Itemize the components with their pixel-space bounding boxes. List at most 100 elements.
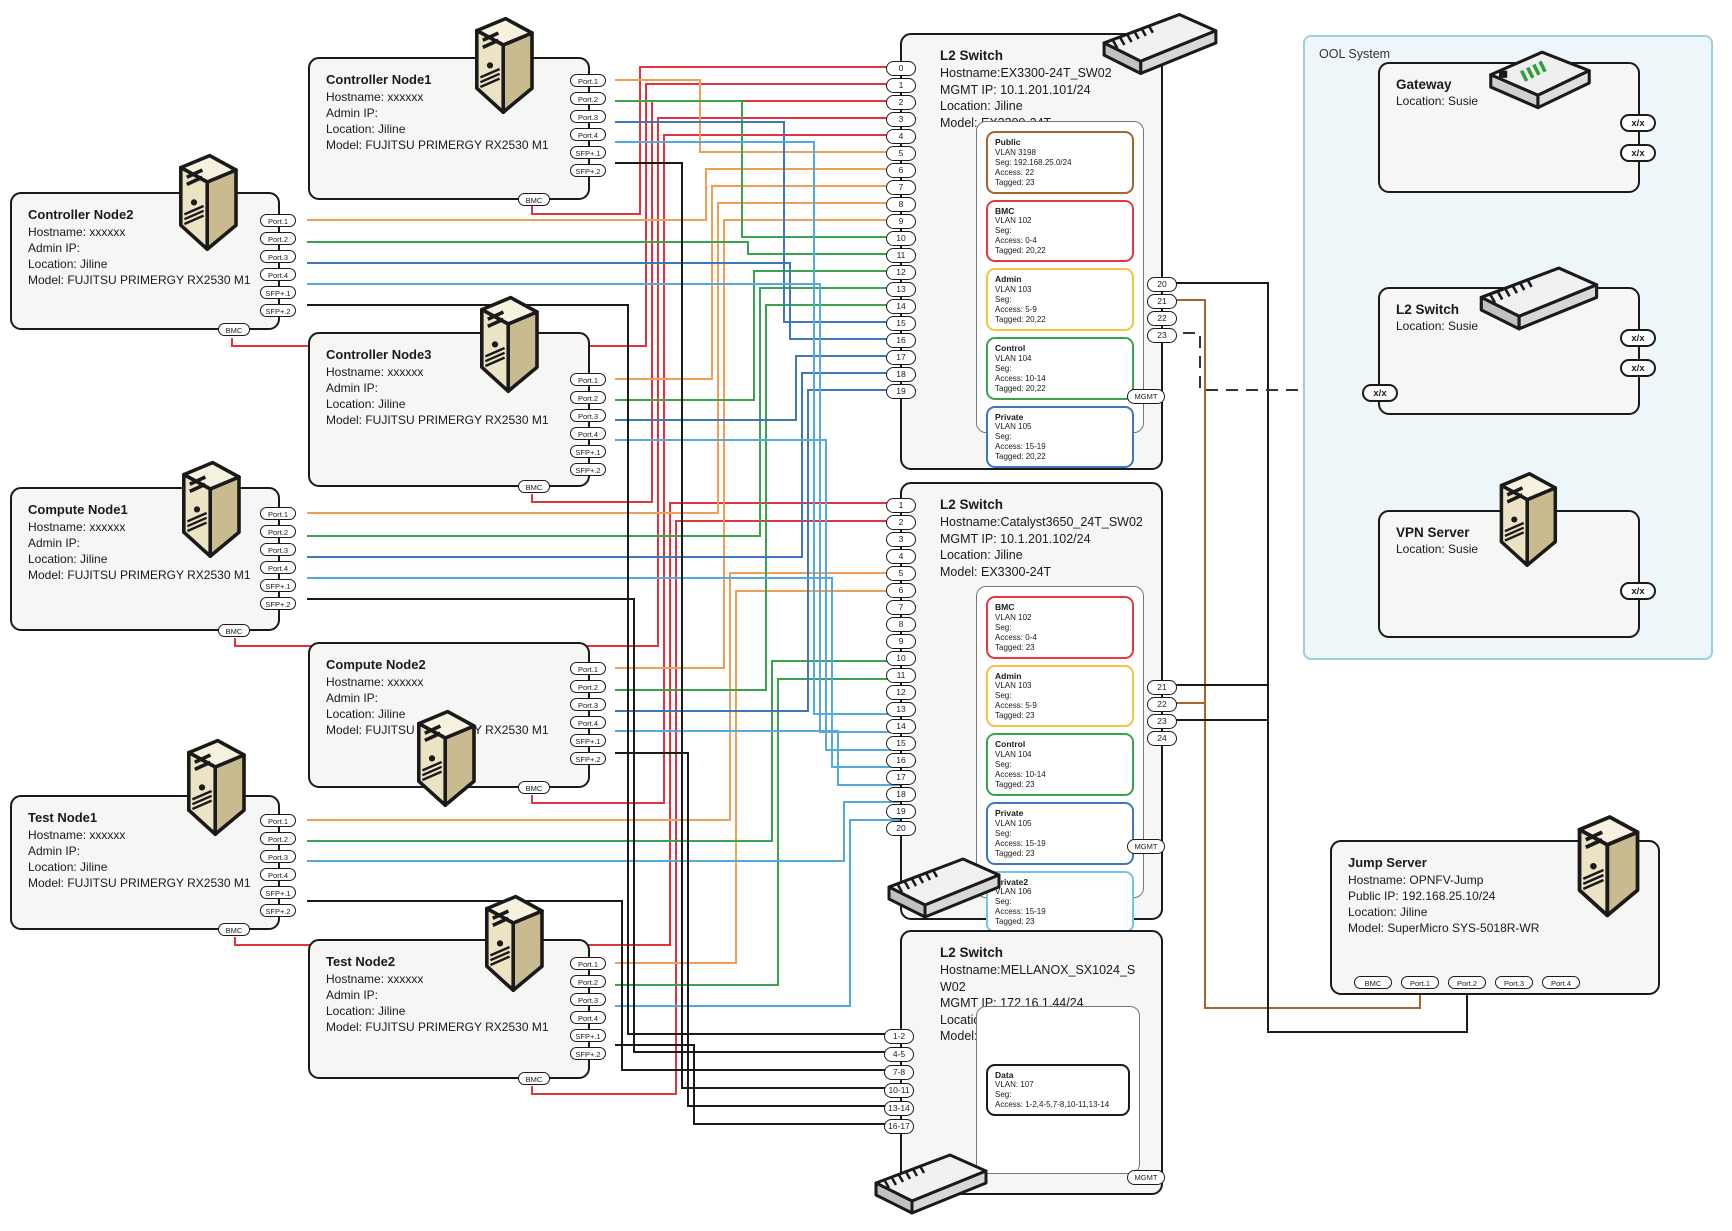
ool-vpn-server-box: VPN Server Location: Susie x/x (1378, 510, 1640, 638)
vlan-name: Control (995, 739, 1125, 750)
vlan-panel: Public VLAN 3198 Seg: 192.168.25.0/24 Ac… (976, 121, 1144, 433)
mgmt-port-label: MGMT (1127, 839, 1165, 854)
node-compute-node1: Compute Node1 Hostname: xxxxxx Admin IP:… (10, 487, 280, 631)
switch-port-label: 9 (886, 214, 916, 229)
vlan-tagged: Tagged: 20,22 (995, 315, 1125, 325)
switch-port-label: 13-14 (884, 1101, 914, 1116)
vlan-tagged: Tagged: 20,22 (995, 452, 1125, 462)
xx-port-label: x/x (1362, 384, 1398, 402)
port-label: SFP+.2 (260, 597, 296, 610)
vpn-ports: x/x (1620, 582, 1656, 600)
node-location: Location: Jiline (326, 1003, 582, 1019)
mgmt-port-label: MGMT (1127, 389, 1165, 404)
switch-port-label: 15 (886, 316, 916, 331)
switch-port-label: 14 (886, 299, 916, 314)
vlan-access: Access: 5-9 (995, 305, 1125, 315)
vlan-name: Private2 (995, 877, 1125, 888)
bmc-port-label: BMC (518, 480, 550, 493)
vlan-seg: Seg: (995, 829, 1125, 839)
node-port-list: Port.1Port.2Port.3Port.4SFP+.1SFP+.2 (260, 814, 296, 917)
switch-port-label: 10 (886, 651, 916, 666)
vlan-panel: Data VLAN: 107 Seg: Access: 1-2,4-5,7-8,… (976, 1006, 1140, 1174)
vlan-control: Control VLAN 104 Seg: Access: 10-14 Tagg… (986, 337, 1134, 400)
vlan-tagged: Tagged: 23 (995, 917, 1125, 927)
switch-port-label: 12 (886, 685, 916, 700)
vlan-name: Data (995, 1070, 1121, 1081)
vlan-seg: Seg: (995, 432, 1125, 442)
node-model: Model: FUJITSU PRIMERGY RX2530 M1 (28, 272, 272, 288)
server-icon (402, 706, 486, 818)
port-label: Port.3 (570, 698, 606, 711)
port-label: Port.2 (570, 92, 606, 105)
vlan-seg: Seg: (995, 226, 1125, 236)
switch-port-label: 7-8 (884, 1065, 914, 1080)
bmc-port-label: BMC (518, 1072, 550, 1085)
switch-port-label: 19 (886, 804, 916, 819)
server-icon (167, 457, 251, 569)
port-label: Port.3 (260, 850, 296, 863)
node-model: Model: FUJITSU PRIMERGY RX2530 M1 (326, 412, 582, 428)
node-port-list: Port.1Port.2Port.3Port.4SFP+.1SFP+.2 (260, 214, 296, 317)
port-label: SFP+.2 (260, 904, 296, 917)
port-label: Port.3 (570, 409, 606, 422)
switch-port-label: 19 (886, 384, 916, 399)
port-label: Port.3 (570, 110, 606, 123)
vlan-seg: Seg: (995, 691, 1125, 701)
node-port-list: Port.1Port.2Port.3Port.4SFP+.1SFP+.2 (570, 74, 606, 177)
port-label: SFP+.1 (260, 286, 296, 299)
switch-left-ports: 1-24-57-810-1113-1416-17 (884, 1029, 914, 1134)
wire-data-test2 (615, 1045, 900, 1124)
vlan-name: Private (995, 808, 1125, 819)
switch-port-label: 11 (886, 248, 916, 263)
port-label: Port.2 (260, 525, 296, 538)
switch-port-label: 3 (886, 532, 916, 547)
switch-port-label: 17 (886, 350, 916, 365)
switch-location: Location: Jiline (940, 547, 1155, 564)
ool-gateway-box: Gateway Location: Susie x/xx/x (1378, 62, 1640, 193)
port-label: Port.4 (260, 561, 296, 574)
switch-port-label: 18 (886, 787, 916, 802)
node-port-list: Port.1Port.2Port.3Port.4SFP+.1SFP+.2 (260, 507, 296, 610)
switch-port-label: 10 (886, 231, 916, 246)
wire-private-controller2 (307, 263, 900, 339)
node-model: Model: FUJITSU PRIMERGY RX2530 M1 (326, 137, 582, 153)
switch-icon (883, 848, 1007, 930)
switch-right-ports: 21222324 (1147, 680, 1177, 746)
vlan-data: Data VLAN: 107 Seg: Access: 1-2,4-5,7-8,… (986, 1064, 1130, 1117)
vlan-tagged: Tagged: 23 (995, 178, 1125, 188)
switch-port-label: 22 (1147, 697, 1177, 712)
xx-port-label: x/x (1620, 144, 1656, 162)
switch-model: Model: EX3300-24T (940, 564, 1155, 581)
vlan-access: Access: 15-19 (995, 839, 1125, 849)
port-label: Port.1 (570, 662, 606, 675)
wire-control-test2 (615, 679, 900, 985)
port-label: Port.1 (570, 74, 606, 87)
switch-hostname: Hostname:MELLANOX_SX1024_SW02 (940, 962, 1140, 995)
node-info: Controller Node1 Hostname: xxxxxx Admin … (310, 59, 588, 153)
vlan-id: VLAN 104 (995, 354, 1125, 364)
vlan-control: Control VLAN 104 Seg: Access: 10-14 Tagg… (986, 733, 1134, 796)
vlan-private: Private VLAN 105 Seg: Access: 15-19 Tagg… (986, 406, 1134, 469)
vlan-id: VLAN 102 (995, 216, 1125, 226)
switch-title: L2 Switch (940, 945, 1155, 960)
port-label: Port.4 (1542, 976, 1580, 989)
port-label: Port.2 (260, 832, 296, 845)
wire-private2-test1 (307, 802, 900, 861)
server-icon (470, 891, 554, 1003)
vlan-bmc: BMC VLAN 102 Seg: Access: 0-4 Tagged: 23 (986, 596, 1134, 659)
vlan-id: VLAN 105 (995, 819, 1125, 829)
bmc-port-label: BMC (218, 923, 250, 936)
vlan-public: Public VLAN 3198 Seg: 192.168.25.0/24 Ac… (986, 131, 1134, 194)
vlan-id: VLAN: 107 (995, 1080, 1121, 1090)
vlan-id: VLAN 105 (995, 422, 1125, 432)
vlan-name: BMC (995, 206, 1125, 217)
node-port-list: Port.1Port.2Port.3Port.4SFP+.1SFP+.2 (570, 662, 606, 765)
server-icon (1485, 468, 1567, 578)
switch-port-label: 18 (886, 367, 916, 382)
wire-private2-compute2 (615, 731, 900, 785)
xx-port-label: x/x (1620, 329, 1656, 347)
node-model: Model: FUJITSU PRIMERGY RX2530 M1 (28, 567, 272, 583)
switch-port-label: 1 (886, 498, 916, 513)
vlan-admin: Admin VLAN 103 Seg: Access: 5-9 Tagged: … (986, 665, 1134, 728)
switch-port-label: 4 (886, 549, 916, 564)
